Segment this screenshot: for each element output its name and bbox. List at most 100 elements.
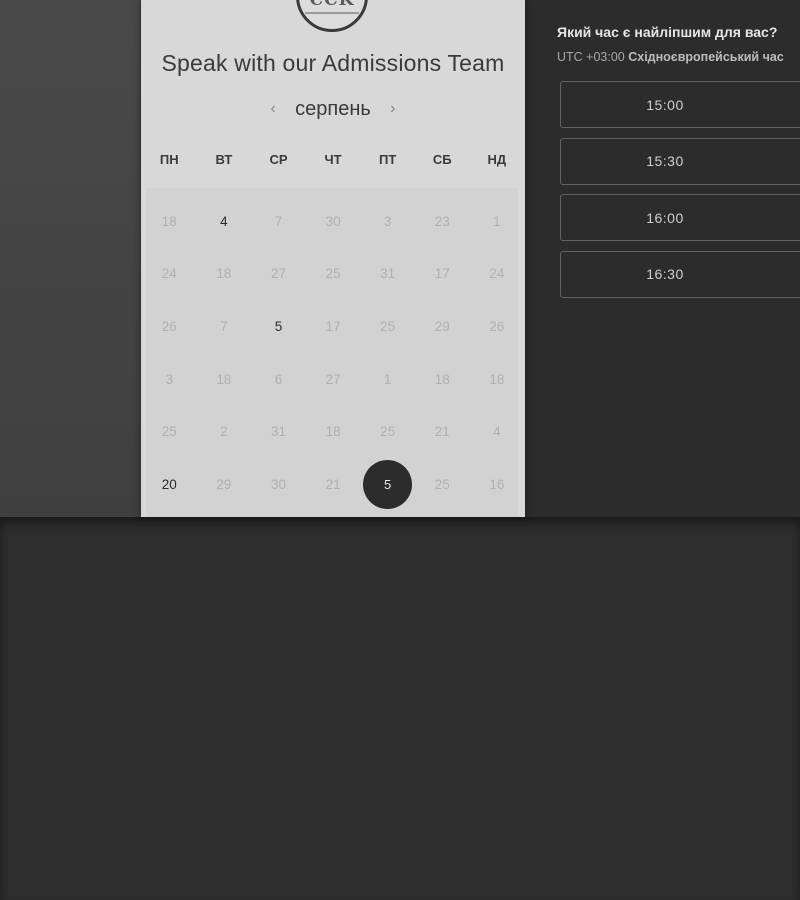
calendar-week-row: 24 18 27 25 31 17 24 bbox=[141, 248, 525, 301]
day-label: 16 bbox=[489, 476, 505, 492]
calendar-grid: 18 4 7 30 3 23 1 24 18 27 25 31 17 24 26 7 5 17 25 29 26 3 18 6… bbox=[141, 195, 525, 511]
time-slot-button[interactable]: 16:30 bbox=[560, 250, 800, 298]
day-label: 1 bbox=[493, 213, 501, 229]
calendar-day: 3 bbox=[360, 195, 415, 248]
calendar-day: 24 bbox=[470, 248, 525, 301]
day-label: 23 bbox=[434, 213, 450, 229]
calendar-day: 18 bbox=[470, 353, 525, 406]
month-label: серпень bbox=[295, 97, 371, 120]
calendar-day: 25 bbox=[306, 248, 361, 301]
day-label: 18 bbox=[161, 213, 177, 229]
day-label: 25 bbox=[380, 424, 396, 440]
time-slot-button[interactable]: 16:00 bbox=[560, 194, 800, 241]
calendar-day: 21 bbox=[306, 458, 361, 511]
calendar-day: 18 bbox=[197, 248, 252, 301]
calendar-day: 30 bbox=[251, 458, 306, 511]
calendar-day: 29 bbox=[197, 458, 252, 511]
day-label: 17 bbox=[434, 266, 450, 282]
weekday-wed: СР bbox=[269, 152, 288, 167]
day-label: 3 bbox=[165, 371, 174, 387]
calendar-day: 31 bbox=[251, 405, 306, 458]
calendar-day[interactable]: 4 bbox=[197, 195, 252, 248]
day-label: 5 bbox=[274, 318, 283, 334]
calendar-day: 24 bbox=[142, 248, 197, 301]
calendar-day: 16 bbox=[470, 458, 525, 511]
day-label: 21 bbox=[434, 424, 450, 440]
day-label: 4 bbox=[220, 213, 228, 229]
calendar-day: 25 bbox=[360, 300, 415, 353]
timezone-name: Східноєвропейський час bbox=[628, 50, 784, 64]
day-label: 17 bbox=[325, 318, 341, 334]
day-label: 24 bbox=[489, 266, 505, 282]
month-navigation: ‹ серпень › bbox=[141, 96, 525, 122]
calendar-day: 18 bbox=[142, 195, 197, 248]
calendar-day: 30 bbox=[306, 195, 361, 248]
weekday-sat: СБ bbox=[432, 152, 452, 167]
day-label: 7 bbox=[220, 318, 228, 334]
day-label: 31 bbox=[380, 266, 396, 282]
timezone-label: UTC +03:00 Східноєвропейський час bbox=[557, 50, 784, 64]
day-label: 18 bbox=[489, 371, 505, 387]
day-label: 25 bbox=[380, 318, 396, 334]
day-label: 25 bbox=[434, 476, 450, 492]
day-label: 29 bbox=[434, 318, 450, 334]
calendar-day[interactable]: 5 bbox=[360, 458, 415, 511]
calendar-day: 26 bbox=[142, 300, 197, 353]
calendar-day: 18 bbox=[197, 353, 252, 406]
calendar-week-row: 20 29 30 21 5 25 16 bbox=[141, 458, 525, 511]
day-label: 21 bbox=[325, 476, 341, 492]
calendar-day: 18 bbox=[415, 353, 470, 406]
day-label: 26 bbox=[161, 318, 177, 334]
day-label: 27 bbox=[270, 266, 286, 282]
chevron-left-icon[interactable]: ‹ bbox=[265, 100, 281, 118]
day-label: 18 bbox=[216, 371, 232, 387]
day-label: 30 bbox=[270, 476, 286, 492]
time-slot-button[interactable]: 15:00 bbox=[560, 81, 800, 128]
calendar-day: 17 bbox=[415, 248, 470, 301]
calendar-day: 3 bbox=[142, 353, 197, 406]
page-lower-area bbox=[0, 517, 800, 900]
day-label: 6 bbox=[274, 371, 283, 387]
logo-text: CCK bbox=[309, 0, 355, 10]
calendar-day: 23 bbox=[415, 195, 470, 248]
day-label: 25 bbox=[161, 424, 177, 440]
page-title: Speak with our Admissions Team bbox=[161, 50, 505, 76]
weekday-tue: ВТ bbox=[215, 152, 233, 167]
chevron-right-icon[interactable]: › bbox=[385, 100, 401, 118]
calendar-day: 18 bbox=[306, 405, 361, 458]
calendar-day: 1 bbox=[470, 195, 525, 248]
timezone-offset: UTC +03:00 bbox=[557, 50, 625, 64]
calendar-day: 25 bbox=[360, 405, 415, 458]
calendar-day: 21 bbox=[415, 405, 470, 458]
weekday-sun: НД bbox=[487, 152, 507, 167]
calendar-day: 17 bbox=[306, 300, 361, 353]
school-logo: CCK bbox=[296, 0, 368, 32]
day-label: 29 bbox=[216, 476, 232, 492]
day-label: 24 bbox=[161, 266, 177, 282]
time-question: Який час є найліпшим для вас? bbox=[557, 24, 778, 40]
day-label: 18 bbox=[434, 371, 450, 387]
day-label: 2 bbox=[220, 424, 228, 440]
time-slot-button[interactable]: 15:30 bbox=[560, 137, 800, 185]
weekday-mon: ПН bbox=[159, 152, 179, 167]
calendar-day: 7 bbox=[251, 195, 306, 248]
day-label: 26 bbox=[489, 318, 505, 334]
logo-underline bbox=[305, 12, 359, 14]
calendar-day[interactable]: 20 bbox=[142, 458, 197, 511]
calendar-day: 4 bbox=[470, 405, 525, 458]
booking-calendar-card: CCK Speak with our Admissions Team ‹ сер… bbox=[141, 0, 525, 517]
calendar-day: 29 bbox=[415, 300, 470, 353]
weekday-fri: ПТ bbox=[379, 152, 397, 167]
calendar-week-row: 3 18 6 27 1 18 18 bbox=[141, 353, 525, 406]
day-label: 25 bbox=[325, 266, 341, 282]
calendar-day: 27 bbox=[306, 353, 361, 406]
calendar-day: 1 bbox=[360, 353, 415, 406]
calendar-day[interactable]: 5 bbox=[251, 300, 306, 353]
day-label: 7 bbox=[274, 213, 283, 229]
weekday-thu: ЧТ bbox=[324, 152, 342, 167]
day-label: 30 bbox=[325, 213, 341, 229]
calendar-week-row: 26 7 5 17 25 29 26 bbox=[141, 300, 525, 353]
day-label: 3 bbox=[383, 213, 392, 229]
calendar-day: 25 bbox=[142, 405, 197, 458]
calendar-day: 6 bbox=[251, 353, 306, 406]
